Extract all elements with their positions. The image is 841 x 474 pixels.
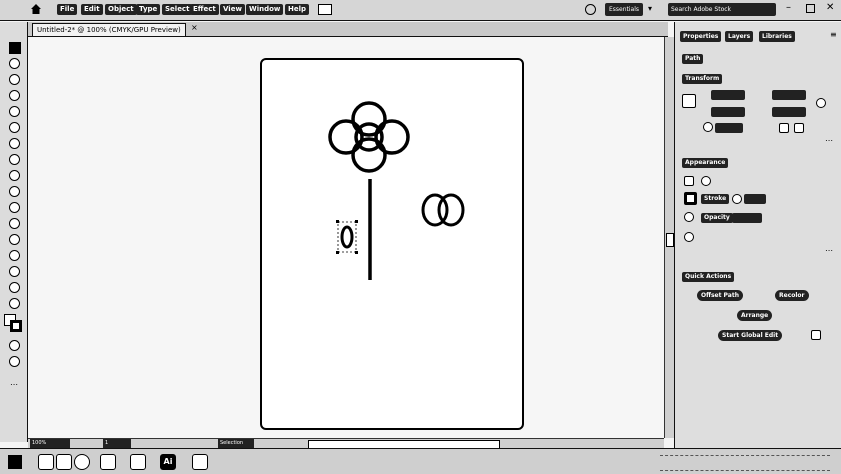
properties-panel: Properties Layers Libraries ≡ Path Trans… — [674, 22, 841, 448]
width-field[interactable] — [711, 107, 745, 117]
pen-tool-icon[interactable] — [9, 90, 20, 101]
opacity-field[interactable] — [732, 213, 762, 223]
search-input[interactable]: Search Adobe Stock — [668, 3, 776, 16]
fill-icon[interactable] — [684, 176, 694, 186]
rotate-tool-icon[interactable] — [9, 218, 20, 229]
selection-type-label: Path — [682, 54, 704, 64]
home-icon[interactable] — [30, 3, 42, 15]
windows-start-icon[interactable] — [8, 455, 22, 469]
selection-tool-icon[interactable] — [9, 42, 21, 54]
drawing-mode-icon[interactable] — [9, 340, 20, 351]
workspace-switcher[interactable]: Essentials — [605, 3, 643, 16]
more-tools-icon[interactable]: ⋯ — [10, 380, 18, 389]
curvature-tool-icon[interactable] — [9, 106, 20, 117]
stroke-weight-field[interactable] — [744, 194, 766, 204]
zoom-field[interactable]: 100% — [30, 439, 70, 448]
menu-effect[interactable]: Effect — [190, 4, 219, 15]
stroke-label[interactable]: Stroke — [701, 194, 730, 204]
menu-help[interactable]: Help — [285, 4, 310, 15]
stroke-color-icon[interactable] — [684, 192, 697, 205]
rotate-icon[interactable] — [703, 122, 713, 132]
system-tray — [660, 455, 830, 471]
selected-ellipse[interactable] — [336, 220, 358, 254]
vertical-scrollbar[interactable] — [664, 37, 674, 438]
minimize-icon[interactable]: – — [786, 2, 791, 13]
store-icon[interactable] — [56, 454, 72, 470]
rectangle-tool-icon[interactable] — [9, 154, 20, 165]
opacity-label[interactable]: Opacity — [701, 213, 733, 223]
type-tool-icon[interactable] — [9, 122, 20, 133]
paint-icon[interactable] — [192, 454, 208, 470]
chrome-icon[interactable] — [74, 454, 90, 470]
menu-view[interactable]: View — [220, 4, 245, 15]
start-global-edit-button[interactable]: Start Global Edit — [718, 330, 783, 341]
offset-path-button[interactable]: Offset Path — [697, 290, 743, 301]
menu-select[interactable]: Select — [162, 4, 193, 15]
more-options-icon[interactable]: ⋯ — [825, 136, 833, 145]
vertical-scroll-thumb[interactable] — [666, 233, 674, 247]
pencil-tool-icon[interactable] — [9, 186, 20, 197]
arrange-button[interactable]: Arrange — [737, 310, 773, 321]
artboard-number-field[interactable]: 1 — [103, 439, 131, 448]
gradient-tool-icon[interactable] — [9, 298, 20, 309]
flip-vertical-icon[interactable] — [794, 123, 804, 133]
document-tab-bar: Untitled-2* @ 100% (CMYK/GPU Preview) × — [28, 22, 668, 37]
y-field[interactable] — [772, 90, 806, 100]
panel-menu-icon[interactable]: ≡ — [830, 30, 837, 39]
reference-point-icon[interactable] — [682, 94, 696, 108]
taskbar: Ai — [0, 448, 841, 474]
global-edit-options-icon[interactable] — [811, 330, 821, 340]
menu-edit[interactable]: Edit — [81, 4, 103, 15]
tab-layers[interactable]: Layers — [725, 31, 754, 42]
recolor-button[interactable]: Recolor — [775, 290, 809, 301]
quick-actions-heading: Quick Actions — [682, 272, 735, 282]
illustrator-icon[interactable]: Ai — [160, 454, 176, 470]
menu-file[interactable]: File — [57, 4, 78, 15]
appearance-heading: Appearance — [682, 158, 729, 168]
status-toggle[interactable]: Selection — [218, 439, 254, 448]
magic-wand-tool-icon[interactable] — [9, 74, 20, 85]
free-transform-tool-icon[interactable] — [9, 266, 20, 277]
tab-properties[interactable]: Properties — [680, 31, 722, 42]
line-tool-icon[interactable] — [9, 138, 20, 149]
outlook-icon[interactable] — [100, 454, 116, 470]
constrain-proportions-icon[interactable] — [816, 98, 826, 108]
appearance-more-icon[interactable]: ⋯ — [825, 246, 833, 255]
rings-artwork[interactable] — [418, 190, 470, 230]
eraser-tool-icon[interactable] — [9, 202, 20, 213]
file-explorer-icon[interactable] — [38, 454, 54, 470]
status-bar: 100% 1 Selection — [28, 438, 254, 448]
menu-bar: File Edit Object Type Select Effect View… — [0, 0, 841, 21]
transform-heading: Transform — [682, 74, 723, 84]
stroke-weight-icon[interactable] — [732, 194, 742, 204]
height-field[interactable] — [772, 107, 806, 117]
share-icon[interactable] — [585, 4, 596, 15]
opacity-icon[interactable] — [684, 212, 694, 222]
tools-panel: ⋯ — [0, 22, 28, 442]
close-icon[interactable]: ✕ — [826, 2, 834, 13]
menu-object[interactable]: Object — [105, 4, 137, 15]
maximize-icon[interactable] — [806, 4, 815, 13]
screen-mode-icon[interactable] — [9, 356, 20, 367]
scale-tool-icon[interactable] — [9, 234, 20, 245]
width-tool-icon[interactable] — [9, 250, 20, 261]
document-tab[interactable]: Untitled-2* @ 100% (CMYK/GPU Preview) — [32, 23, 186, 36]
word-icon[interactable] — [130, 454, 146, 470]
flower-artwork[interactable] — [320, 95, 420, 285]
rotate-field[interactable] — [715, 123, 743, 133]
menu-window[interactable]: Window — [246, 4, 284, 15]
stroke-swatch-icon[interactable] — [10, 320, 22, 332]
tab-close-icon[interactable]: × — [191, 23, 199, 33]
shape-builder-tool-icon[interactable] — [9, 282, 20, 293]
tab-libraries[interactable]: Libraries — [759, 31, 795, 42]
paintbrush-tool-icon[interactable] — [9, 170, 20, 181]
arrange-documents-icon[interactable] — [318, 4, 332, 15]
direct-selection-tool-icon[interactable] — [9, 58, 20, 69]
fill-options-icon[interactable] — [701, 176, 711, 186]
flip-horizontal-icon[interactable] — [779, 123, 789, 133]
menu-type[interactable]: Type — [136, 4, 161, 15]
chevron-down-icon[interactable]: ▾ — [648, 4, 652, 13]
x-field[interactable] — [711, 90, 745, 100]
fx-icon[interactable] — [684, 232, 694, 242]
